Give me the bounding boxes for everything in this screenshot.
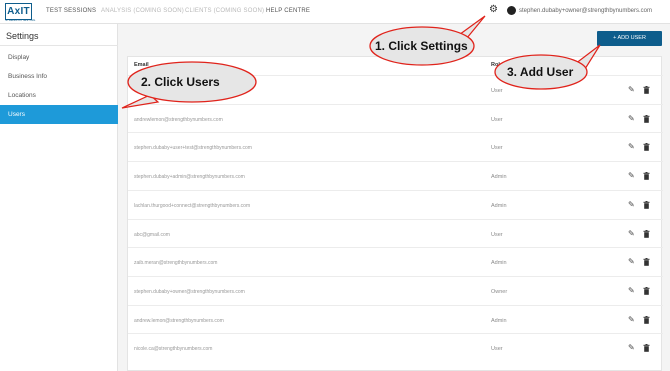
callout-users-label: 2. Click Users <box>141 75 220 89</box>
callout-settings-label: 1. Click Settings <box>375 39 468 53</box>
annotation-layer <box>121 15 601 109</box>
callout-add-user-label: 3. Add User <box>507 65 574 79</box>
